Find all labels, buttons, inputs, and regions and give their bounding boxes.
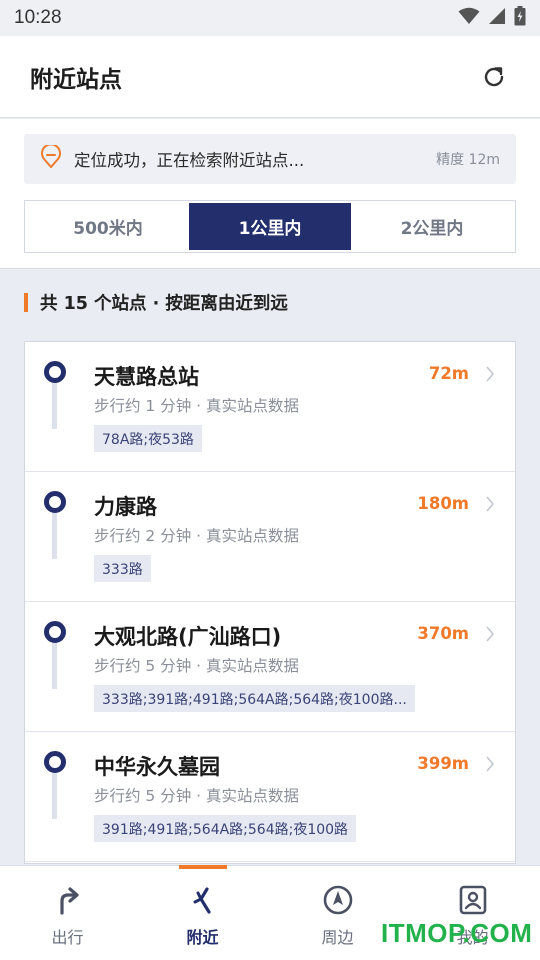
- range-option-2km[interactable]: 2公里内: [351, 203, 513, 250]
- stop-walk-info: 步行约 5 分钟 · 真实站点数据: [94, 657, 299, 675]
- tab-trip[interactable]: 出行: [0, 866, 135, 960]
- stop-routes: 391路;491路;564A路;564路;夜100路: [94, 815, 357, 842]
- status-bar: 10:28: [0, 0, 540, 36]
- stop-marker-icon: [44, 751, 66, 773]
- section-title: 共 15 个站点 · 按距离由近到远: [40, 294, 288, 314]
- stop-name: 力康路: [94, 495, 157, 519]
- stop-marker-icon: [44, 621, 66, 643]
- status-icons: [458, 6, 526, 30]
- stop-name: 中华永久墓园: [94, 755, 220, 779]
- page-title: 附近站点: [30, 66, 122, 93]
- tab-label: 出行: [51, 928, 84, 947]
- stop-routes: 78A路;夜53路: [94, 425, 202, 452]
- battery-icon: [514, 6, 526, 30]
- stop-walk-info: 步行约 2 分钟 · 真实站点数据: [94, 527, 299, 545]
- stop-marker-icon: [44, 491, 66, 513]
- nearby-arrow-icon: [187, 884, 219, 916]
- stop-distance: 370m: [417, 624, 469, 643]
- stop-list: 天慧路总站 步行约 1 分钟 · 真实站点数据 78A路;夜53路 72m 力康…: [24, 341, 516, 864]
- stop-distance: 72m: [428, 364, 469, 383]
- watermark: ITMOP.COM: [381, 918, 533, 948]
- timeline-line: [52, 383, 57, 429]
- chevron-right-icon: [485, 626, 495, 646]
- refresh-button[interactable]: [478, 61, 510, 93]
- stop-walk-info: 步行约 1 分钟 · 真实站点数据: [94, 397, 299, 415]
- signal-icon: [488, 7, 506, 29]
- location-status-bar: 定位成功，正在检索附近站点... 精度 12m: [24, 134, 516, 184]
- tab-label: 周边: [321, 928, 354, 947]
- tab-nearby[interactable]: 附近: [135, 865, 270, 960]
- stop-routes: 333路;391路;491路;564A路;564路;夜100路...: [94, 685, 415, 712]
- section-accent-bar: [24, 293, 28, 312]
- stop-item[interactable]: 大观北路(广汕路口) 步行约 5 分钟 · 真实站点数据 333路;391路;4…: [25, 602, 515, 732]
- timeline-line: [52, 643, 57, 689]
- profile-icon: [457, 884, 489, 916]
- active-tab-indicator: [178, 865, 227, 869]
- timeline-line: [52, 513, 57, 559]
- wifi-icon: [458, 7, 480, 29]
- location-message: 定位成功，正在检索附近站点...: [74, 151, 305, 170]
- stop-name: 天慧路总站: [94, 365, 199, 389]
- location-panel: 定位成功，正在检索附近站点... 精度 12m 500米内 1公里内 2公里内: [0, 119, 540, 269]
- range-option-500m[interactable]: 500米内: [27, 203, 189, 250]
- stop-item[interactable]: 力康路 步行约 2 分钟 · 真实站点数据 333路 180m: [25, 472, 515, 602]
- location-pin-icon: [40, 143, 62, 173]
- stop-marker-icon: [44, 361, 66, 383]
- stop-item[interactable]: 中华永久墓园 步行约 5 分钟 · 真实站点数据 391路;491路;564A路…: [25, 732, 515, 862]
- stop-item[interactable]: 天慧路总站 步行约 1 分钟 · 真实站点数据 78A路;夜53路 72m: [25, 342, 515, 472]
- chevron-right-icon: [485, 496, 495, 516]
- timeline-line: [52, 773, 57, 819]
- turn-right-icon: [52, 884, 84, 916]
- stop-distance: 180m: [417, 494, 469, 513]
- stop-distance: 399m: [417, 754, 469, 773]
- stop-name: 大观北路(广汕路口): [94, 625, 282, 649]
- stop-walk-info: 步行约 5 分钟 · 真实站点数据: [94, 787, 299, 805]
- range-option-1km[interactable]: 1公里内: [189, 203, 351, 250]
- status-time: 10:28: [14, 7, 62, 28]
- compass-icon: [322, 884, 354, 916]
- chevron-right-icon: [485, 366, 495, 386]
- chevron-right-icon: [485, 756, 495, 776]
- range-selector: 500米内 1公里内 2公里内: [24, 200, 516, 253]
- section-header: 共 15 个站点 · 按距离由近到远: [24, 290, 288, 315]
- tab-label: 附近: [186, 928, 219, 947]
- app-header: 附近站点: [0, 36, 540, 118]
- location-accuracy: 精度 12m: [436, 152, 500, 168]
- stop-routes: 333路: [94, 555, 151, 582]
- refresh-icon: [484, 66, 504, 86]
